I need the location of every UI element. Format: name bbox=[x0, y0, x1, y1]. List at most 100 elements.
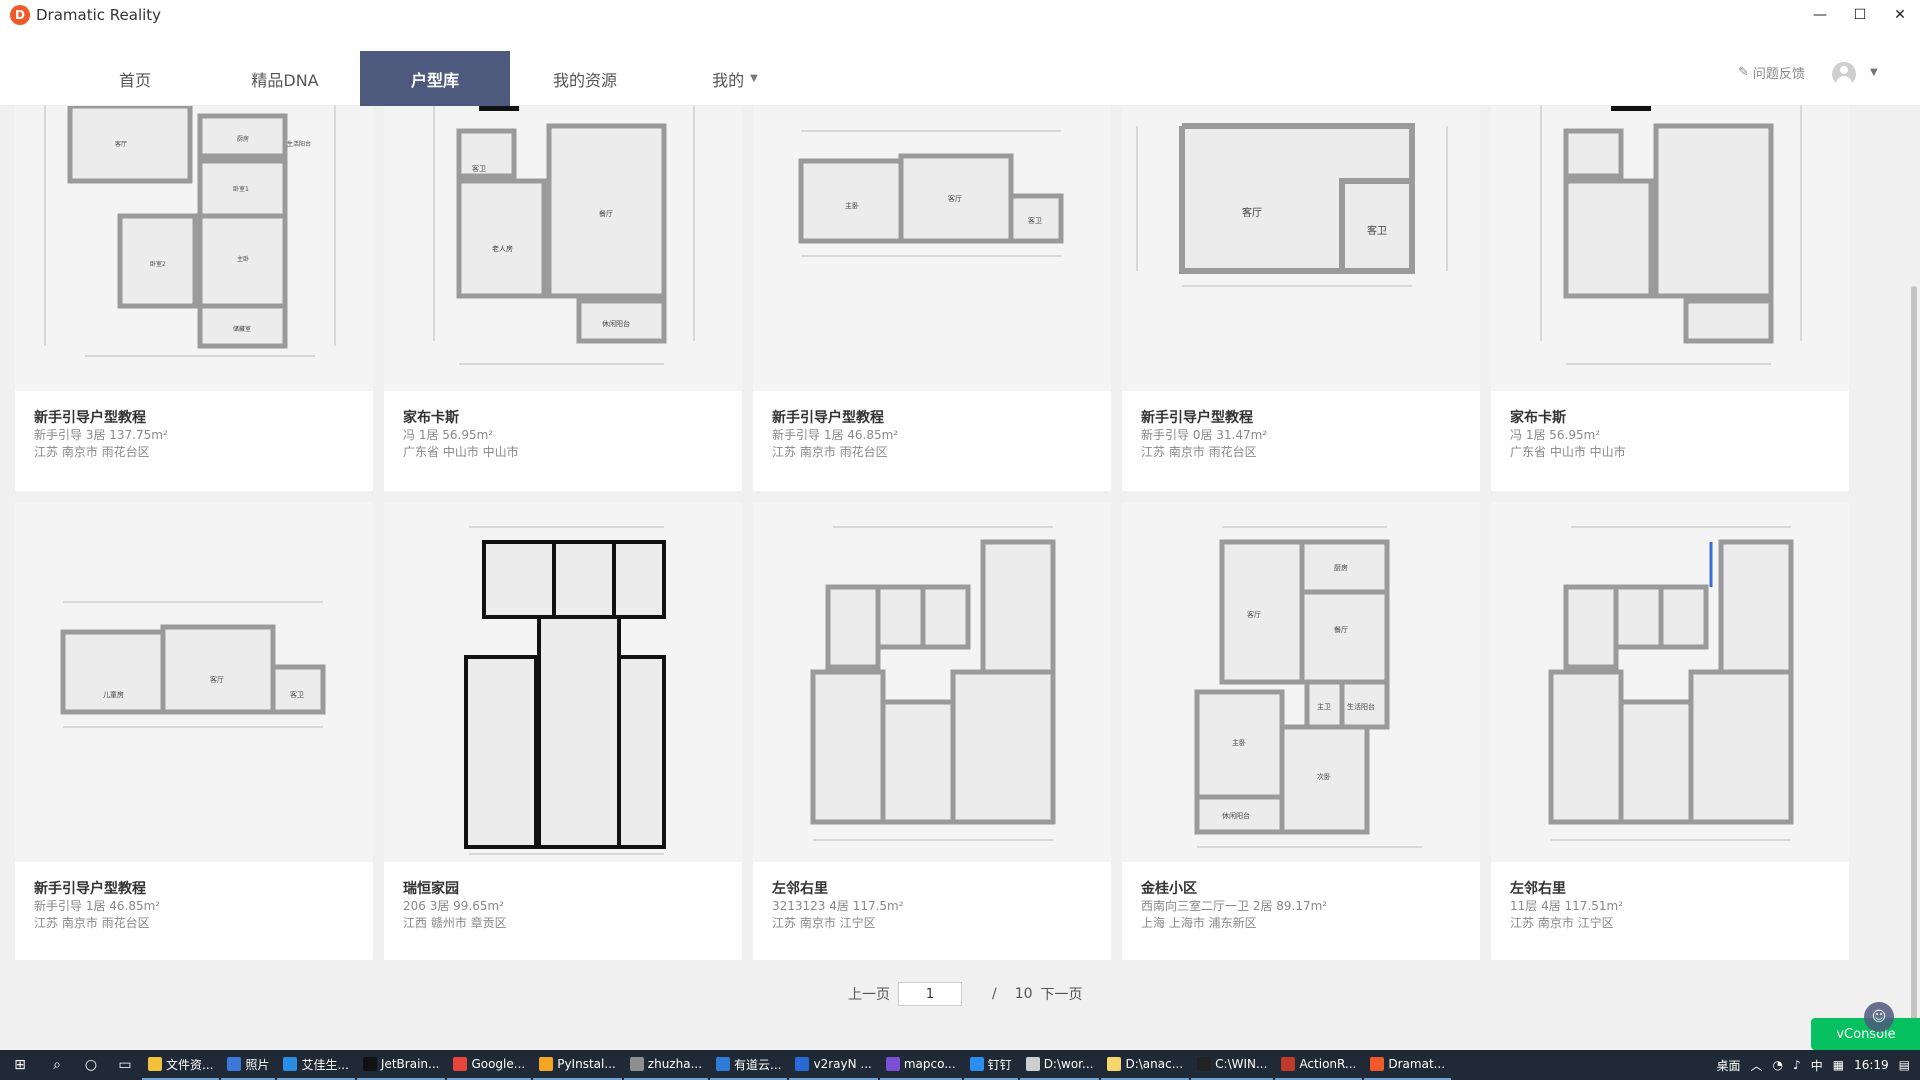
chevron-up-icon[interactable]: ︿ bbox=[1751, 1057, 1763, 1074]
taskbar-app-label: 有道云... bbox=[734, 1057, 782, 1072]
floorplan-drawing bbox=[1548, 526, 1794, 841]
maximize-button[interactable]: ☐ bbox=[1840, 0, 1880, 30]
card-address: 江苏 南京市 雨花台区 bbox=[772, 445, 888, 459]
floorplan-drawing: 客厅 客卫 bbox=[1136, 123, 1448, 287]
search-icon[interactable]: ⌕ bbox=[40, 1050, 74, 1080]
keyboard-icon[interactable]: ▦ bbox=[1833, 1058, 1844, 1072]
taskbar-app-button[interactable]: v2rayN ... bbox=[789, 1050, 878, 1080]
floorplan-card[interactable]: 客卫 老人房 餐厅 休闲阳台 家布卡斯 冯 1居 56.95m² 广东省 中山市… bbox=[384, 106, 742, 491]
taskbar-app-label: ActionR... bbox=[1299, 1057, 1357, 1071]
floorplan-card[interactable]: 客厅 厨房 餐厅 主卫 生活阳台 主卧 次卧 休闲阳台 金桂小区 西南向三室二厅… bbox=[1122, 502, 1480, 960]
card-info: 新手引导户型教程 新手引导 3居 137.75m² 江苏 南京市 雨花台区 bbox=[15, 391, 373, 461]
floorplan-card[interactable]: 左邻右里 3213123 4居 117.5m² 江苏 南京市 江宁区 bbox=[753, 502, 1111, 960]
tab-floorplan-library[interactable]: 户型库 bbox=[360, 51, 510, 106]
tab-mine[interactable]: 我的 ▼ bbox=[660, 51, 810, 106]
tab-home[interactable]: 首页 bbox=[60, 51, 210, 106]
page-scrollbar[interactable] bbox=[1908, 106, 1920, 1050]
clock[interactable]: 16:19 bbox=[1854, 1058, 1889, 1072]
floorplan-card[interactable]: 客厅 厨房 卧室1 卧室2 主卧 生活阳台 储藏室 新手引导户型教程 新手引导 … bbox=[15, 106, 373, 491]
app-logo-icon: D bbox=[10, 5, 30, 25]
card-title: 新手引导户型教程 bbox=[34, 410, 146, 426]
desktop-label[interactable]: 桌面 bbox=[1717, 1057, 1741, 1074]
taskbar-app-label: PyInstal... bbox=[557, 1057, 616, 1071]
room-label: 主卧 bbox=[845, 201, 859, 210]
card-title: 左邻右里 bbox=[1510, 881, 1566, 897]
taskbar-app-button[interactable]: D:\anac... bbox=[1101, 1050, 1190, 1080]
app-icon bbox=[969, 1057, 984, 1071]
tab-dna[interactable]: 精品DNA bbox=[210, 51, 360, 106]
card-info: 家布卡斯 冯 1居 56.95m² 广东省 中山市 中山市 bbox=[384, 391, 742, 461]
card-address: 江苏 南京市 雨花台区 bbox=[34, 445, 150, 459]
page-number-input[interactable] bbox=[898, 982, 962, 1006]
taskbar-app-button[interactable]: Google... bbox=[447, 1050, 532, 1080]
room-label: 生活阳台 bbox=[287, 140, 311, 148]
card-title: 新手引导户型教程 bbox=[34, 881, 146, 897]
windows-start-icon[interactable]: ⊞ bbox=[0, 1050, 40, 1080]
room-label: 客厅 bbox=[210, 675, 224, 684]
app-icon bbox=[1197, 1057, 1212, 1071]
taskbar-app-button[interactable]: PyInstal... bbox=[533, 1050, 622, 1080]
card-address: 江苏 南京市 江宁区 bbox=[1510, 916, 1614, 930]
taskbar-app-button[interactable]: C:\WIN... bbox=[1191, 1050, 1274, 1080]
taskbar-app-button[interactable]: zhuzha... bbox=[623, 1050, 709, 1080]
card-address: 江苏 南京市 雨花台区 bbox=[1141, 445, 1257, 459]
close-button[interactable]: ✕ bbox=[1880, 0, 1920, 30]
app-icon bbox=[227, 1057, 242, 1071]
prev-page-button[interactable]: 上一页 bbox=[848, 984, 890, 1004]
app-icon bbox=[1370, 1057, 1385, 1071]
volume-icon[interactable]: ♪ bbox=[1793, 1058, 1801, 1072]
taskbar-app-button[interactable]: mapco... bbox=[879, 1050, 962, 1080]
floorplan-drawing bbox=[464, 526, 666, 855]
chevron-down-icon[interactable]: ▼ bbox=[1870, 67, 1878, 78]
taskbar-app-button[interactable]: 钉钉 bbox=[963, 1050, 1018, 1080]
cortana-icon[interactable]: ○ bbox=[74, 1050, 108, 1080]
scrollbar-thumb[interactable] bbox=[1911, 286, 1917, 1046]
card-meta: 3213123 4居 117.5m² bbox=[772, 899, 904, 913]
feedback-link[interactable]: ✎ 问题反馈 bbox=[1738, 63, 1805, 82]
taskbar-app-button[interactable]: JetBrain... bbox=[356, 1050, 446, 1080]
room-label: 客卫 bbox=[290, 690, 304, 699]
card-title: 家布卡斯 bbox=[403, 410, 459, 426]
floorplan-card[interactable]: 瑞恒家园 206 3居 99.65m² 江西 赣州市 章贡区 bbox=[384, 502, 742, 960]
floorplan-card[interactable]: 客厅 客卫 新手引导户型教程 新手引导 0居 31.47m² 江苏 南京市 雨花… bbox=[1122, 106, 1480, 491]
minimize-button[interactable]: — bbox=[1800, 0, 1840, 30]
taskbar-app-button[interactable]: D:\wor... bbox=[1019, 1050, 1100, 1080]
floorplan-drawing: 客卫 老人房 餐厅 休闲阳台 bbox=[433, 106, 695, 365]
floorplan-card[interactable]: 左邻右里 11层 4居 117.51m² 江苏 南京市 江宁区 bbox=[1491, 502, 1849, 960]
taskbar-app-label: Dramat... bbox=[1388, 1057, 1446, 1071]
chat-icon[interactable]: ☺ bbox=[1864, 1002, 1894, 1032]
next-page-button[interactable]: 下一页 bbox=[1041, 984, 1083, 1004]
avatar[interactable] bbox=[1832, 62, 1856, 86]
room-label: 主卧 bbox=[1232, 738, 1246, 747]
task-view-icon[interactable]: ▭ bbox=[108, 1050, 142, 1080]
floorplan-grid-area: 客厅 厨房 卧室1 卧室2 主卧 生活阳台 储藏室 新手引导户型教程 新手引导 … bbox=[0, 106, 1920, 1050]
card-meta: 新手引导 0居 31.47m² bbox=[1141, 428, 1268, 442]
app-icon bbox=[885, 1057, 900, 1071]
taskbar-app-button[interactable]: 有道云... bbox=[710, 1050, 788, 1080]
taskbar-app-button[interactable]: Dramat... bbox=[1364, 1050, 1452, 1080]
taskbar-app-label: zhuzha... bbox=[647, 1057, 703, 1071]
card-meta: 冯 1居 56.95m² bbox=[403, 428, 494, 442]
taskbar-app-button[interactable]: 艾佳生... bbox=[277, 1050, 355, 1080]
room-label: 餐厅 bbox=[1334, 625, 1348, 634]
taskbar-app-label: 照片 bbox=[245, 1057, 270, 1072]
card-title: 家布卡斯 bbox=[1510, 410, 1566, 426]
taskbar-app-button[interactable]: 文件资... bbox=[142, 1050, 220, 1080]
card-info: 新手引导户型教程 新手引导 1居 46.85m² 江苏 南京市 雨花台区 bbox=[15, 862, 373, 932]
network-icon[interactable]: ◔ bbox=[1773, 1058, 1783, 1072]
taskbar-app-button[interactable]: ActionR... bbox=[1275, 1050, 1363, 1080]
floorplan-card[interactable]: 儿童房 客厅 客卫 新手引导户型教程 新手引导 1居 46.85m² 江苏 南京… bbox=[15, 502, 373, 960]
taskbar-app-label: D:\anac... bbox=[1125, 1057, 1184, 1071]
taskbar-app-label: JetBrain... bbox=[380, 1057, 440, 1071]
floorplan-drawing: 客厅 厨房 餐厅 主卫 生活阳台 主卧 次卧 休闲阳台 bbox=[1194, 526, 1422, 848]
ime-indicator[interactable]: 中 bbox=[1811, 1057, 1823, 1074]
floorplan-card[interactable]: 家布卡斯 冯 1居 56.95m² 广东省 中山市 中山市 bbox=[1491, 106, 1849, 491]
floorplan-thumbnail: 客厅 厨房 餐厅 主卫 生活阳台 主卧 次卧 休闲阳台 bbox=[1122, 502, 1480, 862]
taskbar-app-button[interactable]: 照片 bbox=[221, 1050, 276, 1080]
floorplan-thumbnail: 儿童房 客厅 客卫 bbox=[15, 502, 373, 862]
notification-icon[interactable]: ▤ bbox=[1899, 1058, 1910, 1072]
room-label: 儿童房 bbox=[103, 690, 124, 699]
room-label: 主卫 bbox=[1317, 702, 1331, 711]
tab-my-resources[interactable]: 我的资源 bbox=[510, 51, 660, 106]
floorplan-card[interactable]: 主卧 客厅 客卫 新手引导户型教程 新手引导 1居 46.85m² 江苏 南京市… bbox=[753, 106, 1111, 491]
